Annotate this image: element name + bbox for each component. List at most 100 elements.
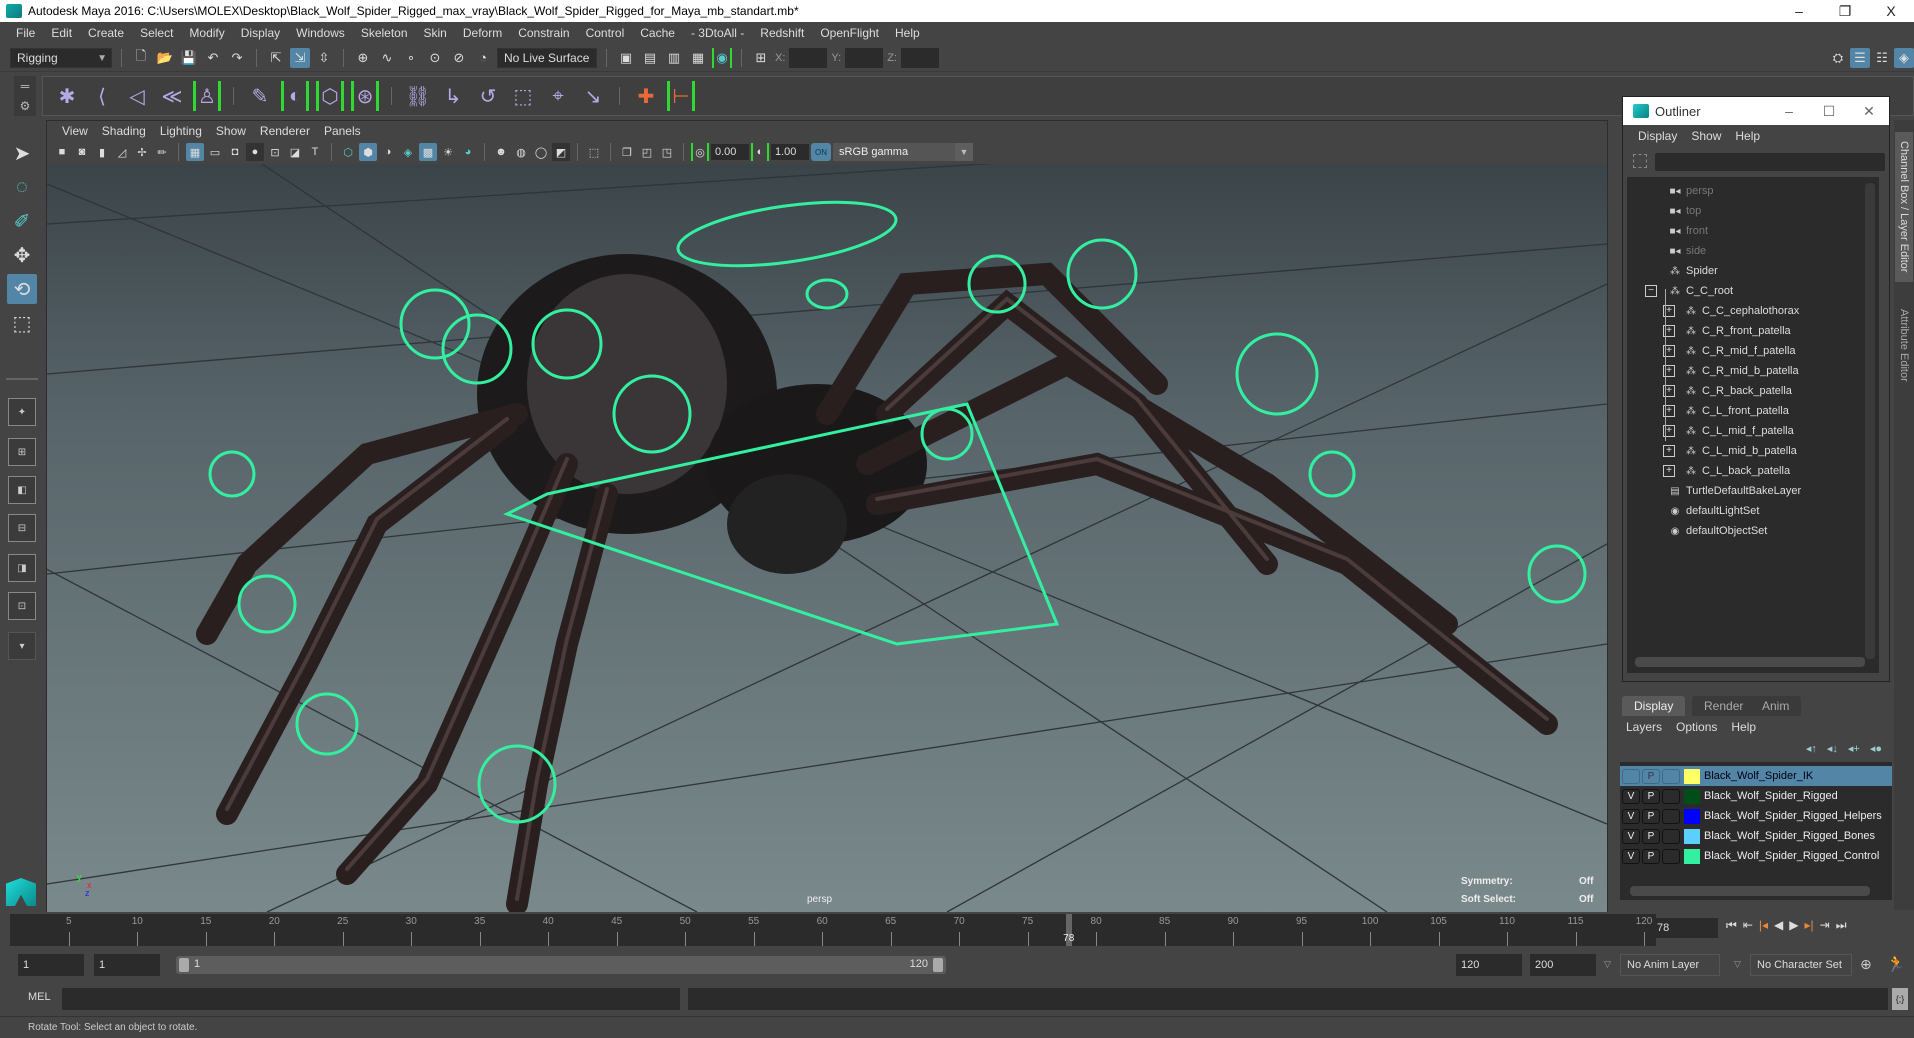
- scale-constraint-icon[interactable]: ⬚: [509, 81, 537, 111]
- menu-create[interactable]: Create: [80, 26, 132, 40]
- display-type-toggle[interactable]: [1662, 768, 1680, 784]
- four-view-layout-icon[interactable]: ⊞: [8, 438, 36, 466]
- visibility-toggle[interactable]: V: [1622, 828, 1640, 844]
- layer-row[interactable]: V P Black_Wolf_Spider_Rigged: [1620, 786, 1892, 806]
- panel-menu-panels[interactable]: Panels: [317, 124, 368, 138]
- snap-live-icon[interactable]: ⊘: [449, 48, 469, 68]
- select-camera-icon[interactable]: ■: [53, 143, 71, 161]
- menu-3dtoall[interactable]: - 3DtoAll -: [683, 26, 752, 40]
- insert-joint-icon[interactable]: ≪: [158, 81, 186, 111]
- panel-menu-show[interactable]: Show: [209, 124, 253, 138]
- auto-key-icon[interactable]: ⊕: [1860, 956, 1872, 973]
- resolution-gate-icon[interactable]: ◘: [226, 143, 244, 161]
- make-live-icon[interactable]: ◔: [473, 48, 493, 68]
- menu-edit[interactable]: Edit: [43, 26, 80, 40]
- default-material-icon[interactable]: ◕: [459, 143, 477, 161]
- move-tool-icon[interactable]: ✥: [7, 240, 37, 270]
- select-hierarchy-icon[interactable]: ⇱: [266, 48, 286, 68]
- persp-graph-hypergraph-layout-icon[interactable]: ⊡: [8, 592, 36, 620]
- y-field[interactable]: [845, 47, 884, 68]
- display-type-toggle[interactable]: [1662, 808, 1680, 824]
- joint-tool-icon[interactable]: ✱: [53, 81, 81, 111]
- gate-mask-icon[interactable]: ●: [246, 143, 264, 161]
- bookmark-icon[interactable]: ▮: [93, 143, 111, 161]
- live-surface-field[interactable]: No Live Surface: [497, 47, 597, 68]
- textured-icon[interactable]: ◈: [399, 143, 417, 161]
- outliner-item[interactable]: ■◂ top: [1667, 201, 1701, 221]
- tab-channel-box-layer-editor[interactable]: Channel Box / Layer Editor: [1895, 132, 1913, 282]
- layer-color-swatch[interactable]: [1684, 828, 1700, 844]
- go-to-end-icon[interactable]: ⏭: [1836, 918, 1847, 933]
- playback-toggle[interactable]: P: [1642, 768, 1660, 784]
- scale-tool-icon[interactable]: ⬚: [7, 308, 37, 338]
- ik-spline-icon[interactable]: ◁: [123, 81, 151, 111]
- outliner-item[interactable]: + ⁂ C_R_back_patella: [1663, 381, 1792, 401]
- horizontal-scrollbar[interactable]: [1635, 657, 1865, 667]
- snap-grid-icon[interactable]: ⊕: [353, 48, 373, 68]
- outliner-item[interactable]: ⁂ Spider: [1667, 261, 1718, 281]
- hypershade-layout-icon[interactable]: ◨: [8, 554, 36, 582]
- expand-icon[interactable]: +: [1663, 445, 1675, 457]
- outliner-item[interactable]: + ⁂ C_L_mid_f_patella: [1663, 421, 1794, 441]
- select-component-icon[interactable]: ⇳: [314, 48, 334, 68]
- go-to-start-icon[interactable]: ⏮: [1726, 918, 1737, 933]
- select-object-icon[interactable]: ⇲: [290, 47, 310, 68]
- menu-modify[interactable]: Modify: [181, 26, 232, 40]
- safe-title-icon[interactable]: T: [306, 143, 324, 161]
- tab-display[interactable]: Display: [1622, 696, 1686, 716]
- close-button[interactable]: X: [1868, 3, 1914, 19]
- menu-redshift[interactable]: Redshift: [752, 26, 812, 40]
- menuset-dropdown[interactable]: Rigging ▼: [10, 47, 112, 68]
- menu-openflight[interactable]: OpenFlight: [812, 26, 887, 40]
- move-layer-up-icon[interactable]: ◂↑: [1806, 742, 1817, 755]
- step-back-frame-icon[interactable]: |◂: [1759, 918, 1768, 933]
- color-management-toggle[interactable]: ON: [811, 143, 831, 161]
- menu-select[interactable]: Select: [132, 26, 181, 40]
- xray-joints-icon[interactable]: ◳: [658, 143, 676, 161]
- outliner-item[interactable]: ■◂ persp: [1667, 181, 1713, 201]
- layer-row[interactable]: V P Black_Wolf_Spider_Rigged_Helpers: [1620, 806, 1892, 826]
- outliner-item[interactable]: + ⁂ C_L_mid_b_patella: [1663, 441, 1797, 461]
- tab-attribute-editor[interactable]: Attribute Editor: [1895, 290, 1913, 400]
- expand-icon[interactable]: +: [1663, 465, 1675, 477]
- outliner-search-input[interactable]: [1655, 153, 1885, 171]
- outliner-item[interactable]: − ⁂ C_C_root: [1645, 281, 1733, 301]
- panel-menu-renderer[interactable]: Renderer: [253, 124, 317, 138]
- anti-aliasing-icon[interactable]: ◯: [532, 143, 550, 161]
- use-all-lights-icon[interactable]: ▩: [419, 143, 437, 161]
- visibility-toggle[interactable]: [1622, 768, 1640, 784]
- animation-preferences-icon[interactable]: 🏃: [1886, 954, 1906, 974]
- menu-control[interactable]: Control: [578, 26, 633, 40]
- display-type-toggle[interactable]: [1662, 828, 1680, 844]
- view-transform-dropdown[interactable]: sRGB gamma ▼: [833, 143, 973, 161]
- menu-cache[interactable]: Cache: [632, 26, 683, 40]
- ipr-render-icon[interactable]: ▥: [664, 48, 684, 68]
- display-type-toggle[interactable]: [1662, 788, 1680, 804]
- z-field[interactable]: [900, 47, 939, 68]
- grid-toggle-icon[interactable]: ▦: [186, 143, 204, 161]
- save-scene-icon[interactable]: 💾: [179, 48, 199, 68]
- redo-icon[interactable]: ↷: [227, 48, 247, 68]
- layer-row[interactable]: P Black_Wolf_Spider_IK: [1620, 766, 1892, 786]
- outliner-item[interactable]: ■◂ front: [1667, 221, 1708, 241]
- outliner-item[interactable]: + ⁂ C_L_back_patella: [1663, 461, 1790, 481]
- anim-end-field[interactable]: 200: [1530, 954, 1596, 976]
- outliner-item[interactable]: ◉ defaultLightSet: [1667, 501, 1760, 521]
- outliner-menu-show[interactable]: Show: [1684, 129, 1728, 143]
- display-type-toggle[interactable]: [1662, 848, 1680, 864]
- step-back-key-icon[interactable]: ⇤: [1743, 918, 1753, 933]
- open-scene-icon[interactable]: 📂: [155, 48, 175, 68]
- layer-menu-options[interactable]: Options: [1676, 720, 1717, 734]
- render-view-icon[interactable]: ▣: [616, 48, 636, 68]
- script-editor-icon[interactable]: {;}: [1892, 988, 1908, 1010]
- minimize-button[interactable]: –: [1769, 103, 1809, 119]
- xray-active-icon[interactable]: ◰: [638, 143, 656, 161]
- character-set-dropdown[interactable]: No Character Set: [1750, 954, 1852, 976]
- playback-toggle[interactable]: P: [1642, 848, 1660, 864]
- visibility-toggle[interactable]: V: [1622, 788, 1640, 804]
- shelf-menu-icon[interactable]: ═: [21, 79, 30, 93]
- playback-toggle[interactable]: P: [1642, 828, 1660, 844]
- ik-handle-icon[interactable]: ⟨: [88, 81, 116, 111]
- safe-action-icon[interactable]: ◪: [286, 143, 304, 161]
- anim-start-field[interactable]: 1: [18, 954, 84, 976]
